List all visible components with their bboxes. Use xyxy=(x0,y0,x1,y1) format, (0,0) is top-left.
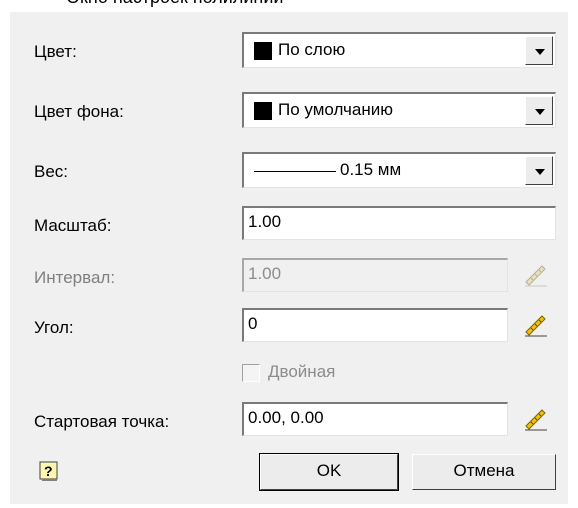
color-dropdown-button[interactable] xyxy=(525,36,553,65)
chevron-down-icon xyxy=(535,49,545,55)
ruler-pencil-icon xyxy=(525,409,547,431)
angle-label: Угол: xyxy=(34,318,74,337)
weight-select[interactable]: 0.15 мм xyxy=(242,152,556,188)
interval-pick-button[interactable] xyxy=(518,258,554,292)
line-weight-sample xyxy=(254,171,336,172)
scale-label: Масштаб: xyxy=(34,216,112,235)
start-point-pick-button[interactable] xyxy=(518,402,554,436)
chevron-down-icon xyxy=(535,169,545,175)
top-caption-fragment: Окно настроек полилинии xyxy=(0,0,578,10)
interval-input[interactable]: 1.00 xyxy=(242,258,508,292)
bgcolor-swatch xyxy=(254,102,272,120)
top-caption-text: Окно настроек полилинии xyxy=(66,0,283,8)
cancel-button[interactable]: Отмена xyxy=(412,454,556,490)
angle-input[interactable]: 0 xyxy=(242,308,508,342)
color-swatch xyxy=(254,42,272,60)
color-select-value: По слою xyxy=(278,40,346,59)
svg-text:?: ? xyxy=(44,463,53,479)
weight-dropdown-button[interactable] xyxy=(525,156,553,185)
weight-select-value: 0.15 мм xyxy=(340,160,402,179)
start-point-input[interactable]: 0.00, 0.00 xyxy=(242,402,508,436)
ok-button[interactable]: OK xyxy=(259,453,399,491)
color-label: Цвет: xyxy=(34,42,77,61)
interval-label: Интервал: xyxy=(34,268,116,287)
double-checkbox-label: Двойная xyxy=(268,362,336,381)
ruler-pencil-icon xyxy=(525,265,547,287)
bgcolor-label: Цвет фона: xyxy=(34,102,124,121)
color-select[interactable]: По слою xyxy=(242,32,556,68)
start-point-label: Стартовая точка: xyxy=(34,412,170,431)
ruler-pencil-icon xyxy=(525,315,547,337)
double-checkbox[interactable] xyxy=(242,364,260,382)
polyline-settings-dialog: Цвет: По слою Цвет фона: По умолчанию Ве… xyxy=(10,12,568,504)
bgcolor-select[interactable]: По умолчанию xyxy=(242,92,556,128)
help-icon: ? xyxy=(39,461,58,481)
bgcolor-dropdown-button[interactable] xyxy=(525,96,553,125)
scale-input[interactable]: 1.00 xyxy=(242,206,556,240)
angle-pick-button[interactable] xyxy=(518,308,554,342)
weight-label: Вес: xyxy=(34,162,69,181)
chevron-down-icon xyxy=(535,109,545,115)
bgcolor-select-value: По умолчанию xyxy=(278,100,393,119)
help-button[interactable]: ? xyxy=(38,460,60,482)
